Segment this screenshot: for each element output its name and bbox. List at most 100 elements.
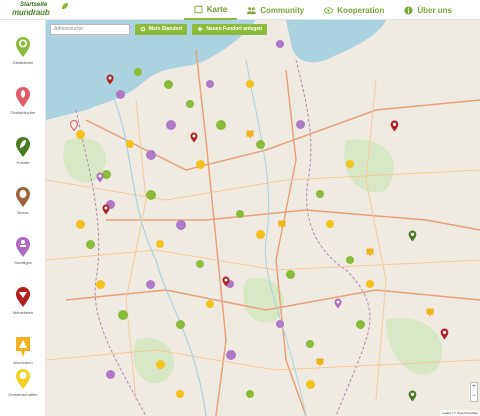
- cluster-marker[interactable]: [246, 390, 254, 398]
- cluster-marker[interactable]: [96, 280, 105, 289]
- nav-item-karte[interactable]: Karte: [183, 0, 238, 20]
- cluster-marker[interactable]: [256, 140, 265, 149]
- alert-list-icon[interactable]: [190, 132, 198, 143]
- cluster-marker[interactable]: [276, 320, 284, 328]
- alert-list-icon[interactable]: [222, 276, 230, 287]
- berry-bush-icon: [16, 87, 30, 107]
- header: Startseite mundraub Karte Community Koop…: [0, 0, 480, 20]
- herb-icon[interactable]: [408, 230, 417, 242]
- category-fruit-trees[interactable]: Obstbäume: [0, 36, 46, 86]
- cluster-marker[interactable]: [76, 130, 85, 139]
- category-communities[interactable]: Gemeinschaften: [0, 368, 46, 416]
- nav-item-kooperation[interactable]: Kooperation: [314, 0, 394, 20]
- space-icon: [16, 337, 30, 357]
- cluster-marker[interactable]: [276, 40, 284, 48]
- cluster-marker[interactable]: [216, 120, 226, 130]
- cluster-marker[interactable]: [296, 120, 305, 129]
- berry-bush-icon[interactable]: [70, 120, 78, 131]
- my-location-button[interactable]: Mein Standort: [135, 23, 188, 35]
- logo[interactable]: Startseite mundraub: [6, 2, 68, 18]
- cluster-marker[interactable]: [206, 300, 214, 308]
- cluster-marker[interactable]: [126, 140, 134, 148]
- nav-item-label: Karte: [206, 4, 228, 14]
- category-label: Kräuter: [16, 160, 30, 165]
- leaf-icon: [62, 3, 68, 9]
- cluster-marker[interactable]: [146, 190, 156, 200]
- cluster-marker[interactable]: [316, 190, 324, 198]
- alert-list-icon[interactable]: [440, 328, 449, 340]
- misc-icon[interactable]: [96, 172, 104, 183]
- zoom-control: + −: [470, 382, 478, 402]
- cluster-marker[interactable]: [326, 220, 334, 228]
- herb-icon[interactable]: [408, 390, 417, 402]
- space-icon[interactable]: [316, 358, 324, 367]
- cluster-marker[interactable]: [186, 100, 194, 108]
- cluster-marker[interactable]: [256, 230, 265, 239]
- alert-list-icon[interactable]: [390, 120, 399, 132]
- space-icon[interactable]: [246, 130, 254, 139]
- cluster-marker[interactable]: [196, 160, 205, 169]
- cluster-marker[interactable]: [156, 240, 164, 248]
- category-label: Meldelisten: [12, 310, 34, 315]
- nav-item-label: Über uns: [417, 5, 452, 15]
- category-berry-bushes[interactable]: Obststräucher: [0, 86, 46, 136]
- misc-icon: [16, 237, 30, 257]
- cluster-marker[interactable]: [306, 340, 314, 348]
- nut-icon: [16, 187, 30, 207]
- nav-item-label: Kooperation: [337, 5, 385, 15]
- cluster-marker[interactable]: [118, 310, 128, 320]
- cluster-marker[interactable]: [164, 80, 173, 89]
- community-icon: [247, 6, 257, 14]
- zoom-out-button[interactable]: −: [471, 392, 477, 401]
- category-label: Obstbäume: [12, 60, 34, 65]
- nav-item-community[interactable]: Community: [237, 0, 314, 20]
- cluster-marker[interactable]: [116, 90, 125, 99]
- cluster-marker[interactable]: [196, 260, 204, 268]
- cluster-marker[interactable]: [206, 80, 214, 88]
- category-nuts[interactable]: Nüsse: [0, 186, 46, 236]
- category-alerts[interactable]: Meldelisten: [0, 286, 46, 336]
- fruit-tree-icon: [16, 37, 30, 57]
- main-nav: Karte Community Kooperation Über uns: [183, 0, 462, 20]
- herb-icon: [16, 137, 30, 157]
- cluster-marker[interactable]: [134, 68, 142, 76]
- cluster-marker[interactable]: [246, 80, 254, 88]
- space-icon[interactable]: [366, 248, 374, 257]
- zoom-in-button[interactable]: +: [471, 383, 477, 392]
- crosshair-icon: [140, 26, 146, 32]
- alert-list-icon[interactable]: [102, 204, 110, 215]
- cluster-marker[interactable]: [176, 220, 186, 230]
- address-search-input[interactable]: [50, 23, 130, 35]
- cluster-marker[interactable]: [76, 220, 85, 229]
- cluster-marker[interactable]: [356, 320, 365, 329]
- cluster-marker[interactable]: [146, 150, 156, 160]
- cluster-marker[interactable]: [156, 360, 165, 369]
- cluster-marker[interactable]: [166, 120, 176, 130]
- nav-item-ueber-uns[interactable]: Über uns: [394, 0, 462, 20]
- cluster-marker[interactable]: [346, 160, 354, 168]
- cluster-marker[interactable]: [236, 210, 244, 218]
- cluster-marker[interactable]: [366, 280, 374, 288]
- map[interactable]: Mein Standort Neuen Fundort anlegen + − …: [46, 20, 480, 416]
- new-find-label: Neuen Fundort anlegen: [206, 26, 263, 32]
- cluster-marker[interactable]: [86, 240, 95, 249]
- category-sidebar: Obstbäume Obststräucher Kräuter Nüsse So…: [0, 20, 46, 416]
- cluster-marker[interactable]: [306, 380, 315, 389]
- category-misc[interactable]: Sonstiges: [0, 236, 46, 286]
- alert-list-icon[interactable]: [106, 74, 114, 85]
- category-herbs[interactable]: Kräuter: [0, 136, 46, 186]
- plus-icon: [197, 26, 203, 32]
- cluster-marker[interactable]: [106, 370, 115, 379]
- category-label: Gemeinschaften: [8, 392, 38, 397]
- cluster-marker[interactable]: [346, 256, 354, 264]
- cluster-marker[interactable]: [176, 320, 185, 329]
- cluster-marker[interactable]: [226, 350, 236, 360]
- space-icon[interactable]: [426, 308, 434, 317]
- misc-icon[interactable]: [334, 298, 342, 309]
- cluster-marker[interactable]: [176, 390, 184, 398]
- new-find-button[interactable]: Neuen Fundort anlegen: [192, 23, 268, 35]
- cluster-marker[interactable]: [146, 280, 155, 289]
- space-icon[interactable]: [278, 220, 286, 229]
- cluster-marker[interactable]: [286, 270, 295, 279]
- map-attribution[interactable]: Leaflet | © OpenStreetMap: [440, 410, 480, 416]
